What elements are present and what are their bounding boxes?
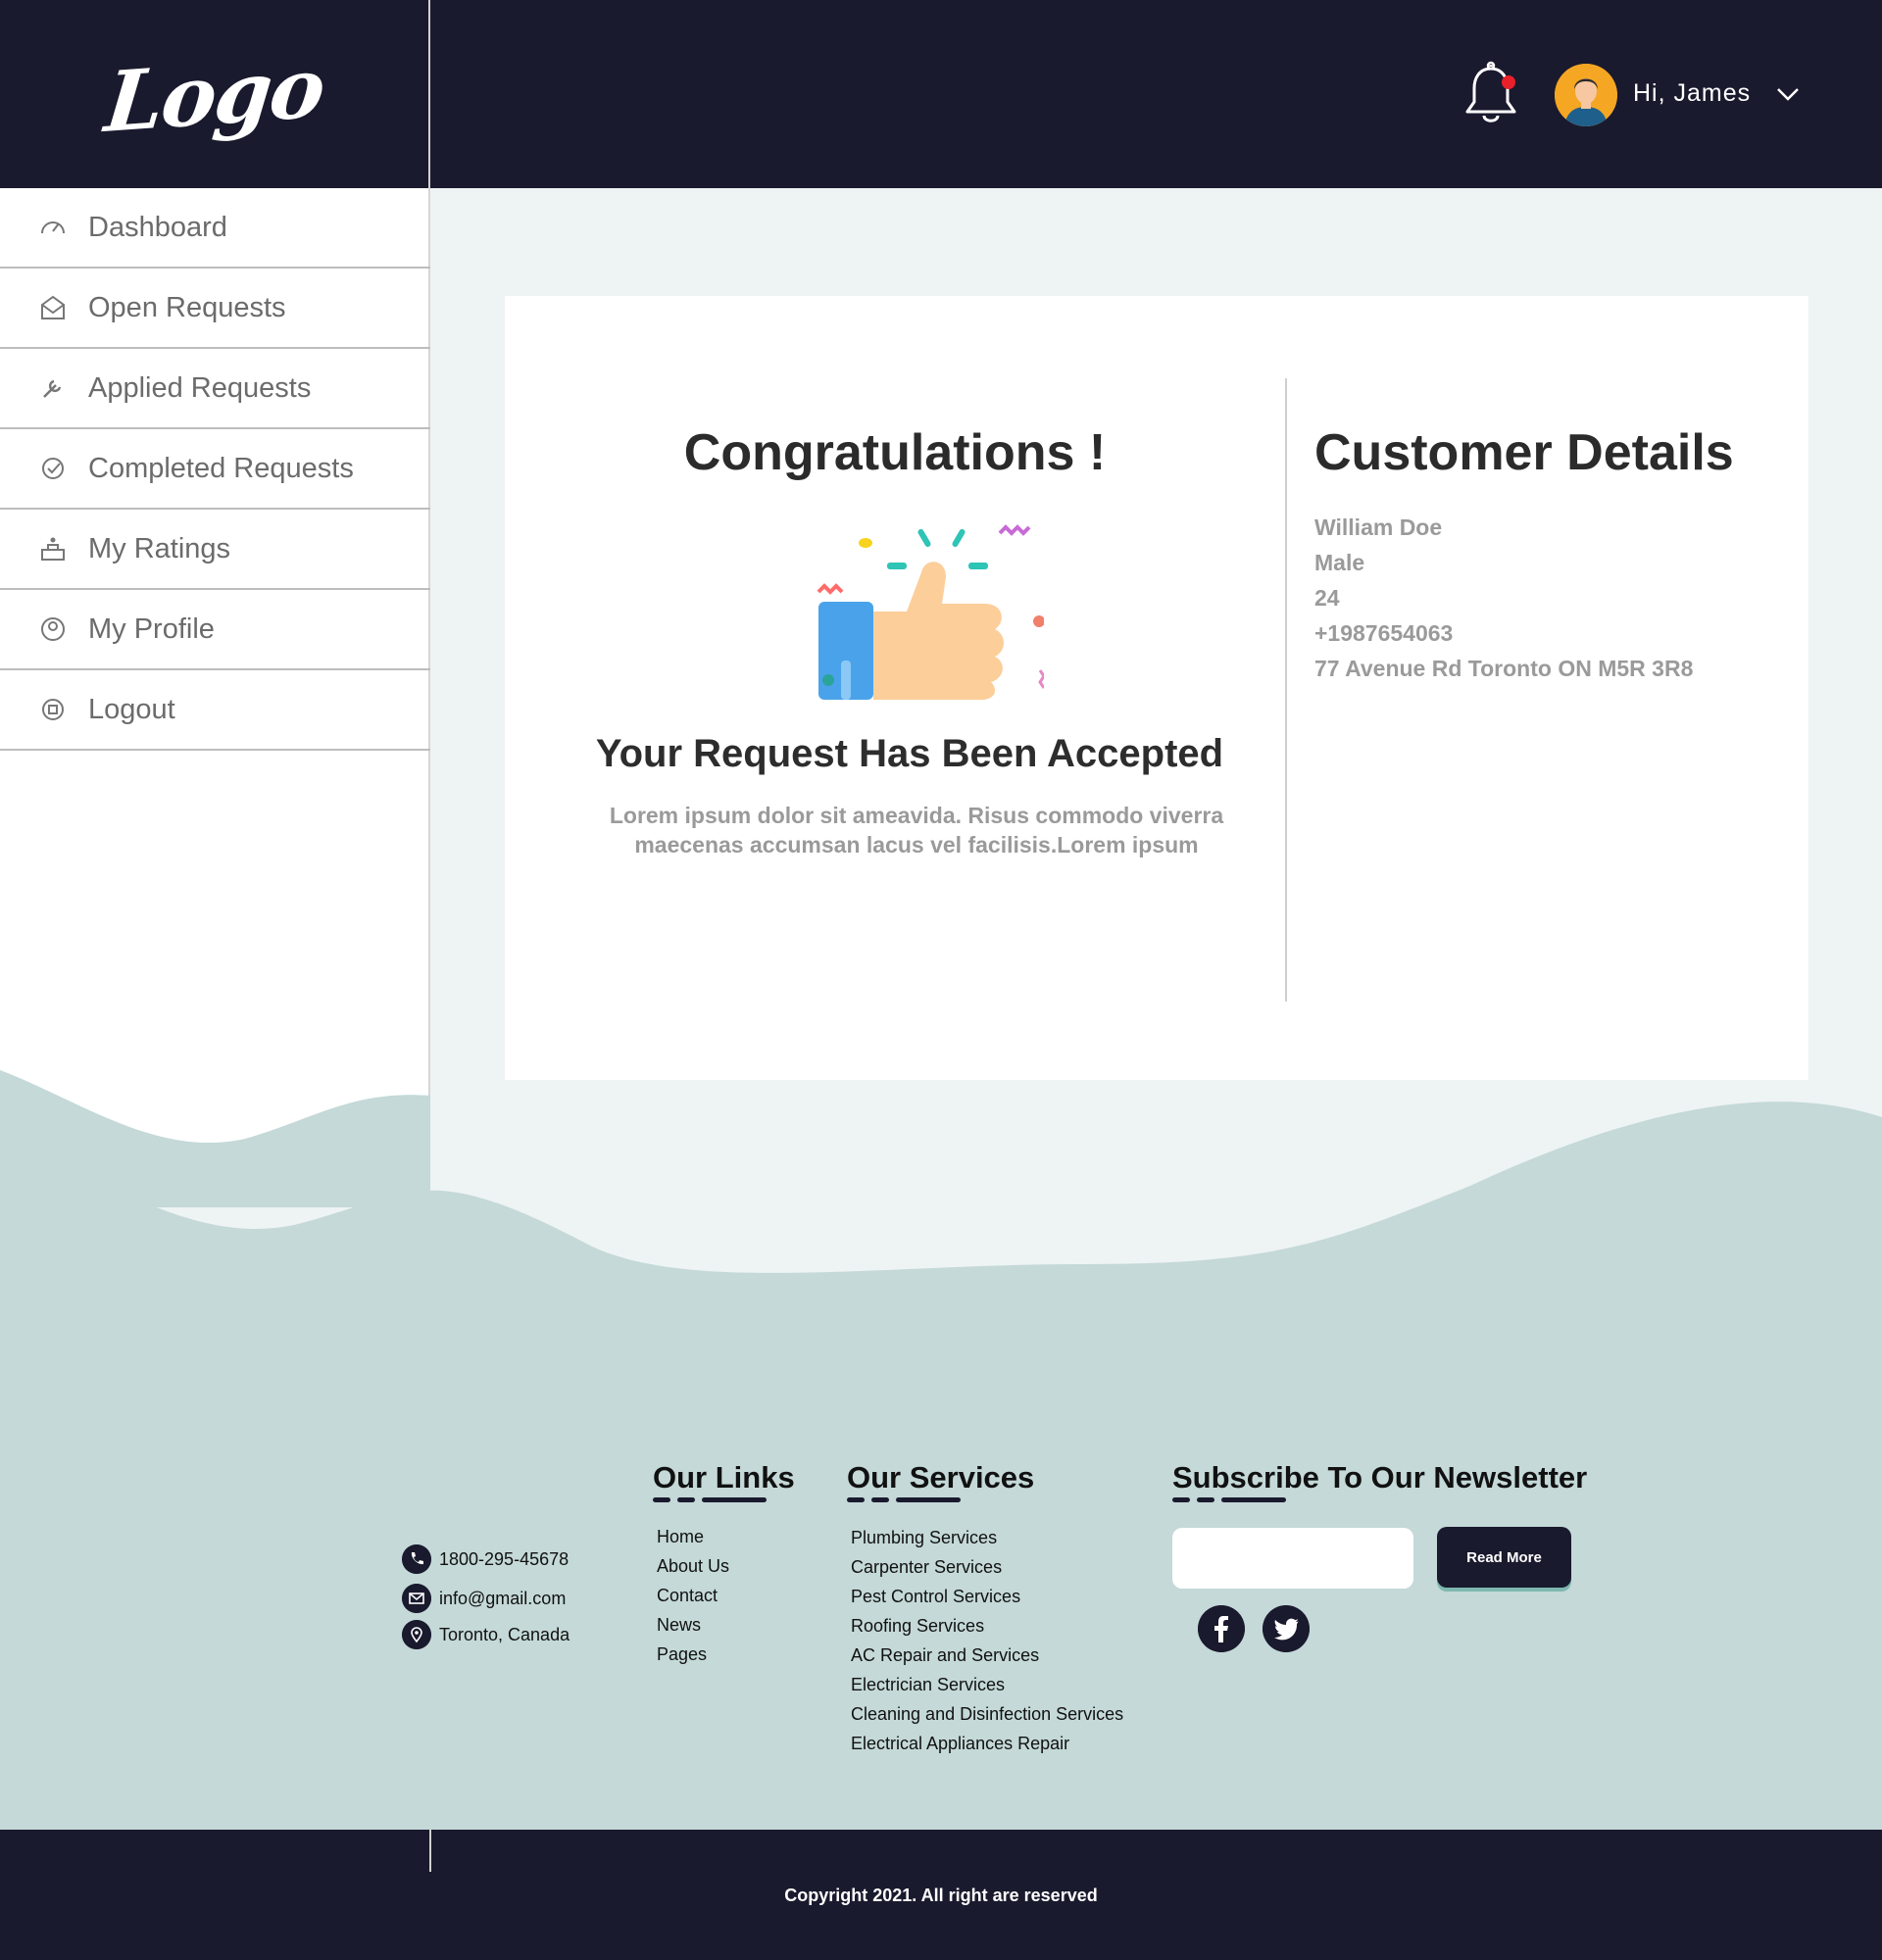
- logo-area[interactable]: Logo: [0, 0, 430, 188]
- sidebar-item-open-requests[interactable]: Open Requests: [0, 269, 430, 349]
- sidebar: Dashboard Open Requests Applied Requests…: [0, 188, 430, 1207]
- sidebar-item-my-ratings[interactable]: My Ratings: [0, 510, 430, 590]
- mail-icon: [402, 1584, 431, 1613]
- contact-location-text: Toronto, Canada: [439, 1624, 570, 1644]
- customer-gender: Male: [1314, 550, 1365, 575]
- footer-link-pages[interactable]: Pages: [657, 1640, 729, 1669]
- request-accepted-heading: Your Request Has Been Accepted: [595, 732, 1224, 775]
- confirmation-description: Lorem ipsum dolor sit ameavida. Risus co…: [609, 803, 1224, 858]
- open-envelope-icon: [41, 295, 65, 319]
- newsletter-heading: Subscribe To Our Newsletter: [1172, 1460, 1588, 1494]
- avatar[interactable]: [1555, 64, 1617, 126]
- thumbs-up-illustration: [817, 524, 1044, 700]
- notification-dot: [1502, 75, 1515, 89]
- footer-link-home[interactable]: Home: [657, 1522, 729, 1551]
- phone-icon: [402, 1544, 431, 1574]
- speedometer-icon: [41, 221, 65, 234]
- sidebar-item-label: Logout: [88, 693, 175, 725]
- footer-link-news[interactable]: News: [657, 1610, 729, 1640]
- footer-divider: [429, 1830, 431, 1872]
- chevron-down-icon[interactable]: [1776, 84, 1800, 104]
- our-services-list: Plumbing Services Carpenter Services Pes…: [851, 1523, 1123, 1758]
- customer-age: 24: [1314, 585, 1340, 611]
- sidebar-item-completed-requests[interactable]: Completed Requests: [0, 429, 430, 510]
- check-circle-icon: [42, 458, 64, 479]
- footer-link-about[interactable]: About Us: [657, 1551, 729, 1581]
- customer-phone: +1987654063: [1314, 620, 1454, 646]
- location-pin-icon: [402, 1620, 431, 1649]
- service-link[interactable]: Electrician Services: [851, 1670, 1123, 1699]
- heading-underline: [653, 1497, 770, 1502]
- footer-link-contact[interactable]: Contact: [657, 1581, 729, 1610]
- contact-email-text: info@gmail.com: [439, 1588, 567, 1608]
- sidebar-item-my-profile[interactable]: My Profile: [0, 590, 430, 670]
- service-link[interactable]: Pest Control Services: [851, 1582, 1123, 1611]
- sidebar-item-label: My Profile: [88, 612, 215, 645]
- service-link[interactable]: Plumbing Services: [851, 1523, 1123, 1552]
- confirmation-card: Congratulations ! Your Request Has Been …: [505, 296, 1808, 1080]
- read-more-button[interactable]: Read More: [1437, 1527, 1571, 1588]
- sidebar-item-label: Applied Requests: [88, 371, 312, 404]
- contact-phone-text: 1800-295-45678: [439, 1548, 570, 1569]
- heading-underline: [847, 1497, 965, 1502]
- sidebar-item-label: Open Requests: [88, 291, 286, 323]
- wrench-icon: [43, 379, 62, 398]
- our-links-heading: Our Links: [653, 1460, 795, 1494]
- newsletter-email-input[interactable]: [1172, 1528, 1413, 1589]
- facebook-icon[interactable]: [1198, 1605, 1245, 1652]
- customer-details-title: Customer Details: [1314, 424, 1734, 481]
- logo[interactable]: Logo: [101, 37, 328, 150]
- bell-icon[interactable]: [1462, 61, 1519, 127]
- contact-email[interactable]: info@gmail.com: [402, 1584, 566, 1613]
- logout-circle-icon: [42, 699, 64, 720]
- service-link[interactable]: Electrical Appliances Repair: [851, 1729, 1123, 1758]
- contact-location[interactable]: Toronto, Canada: [402, 1620, 570, 1649]
- our-links-list: Home About Us Contact News Pages: [657, 1522, 729, 1669]
- top-header: Logo Hi, James: [0, 0, 1882, 188]
- sidebar-item-label: My Ratings: [88, 532, 231, 564]
- user-circle-icon: [41, 617, 65, 641]
- twitter-icon[interactable]: [1263, 1605, 1310, 1652]
- podium-star-icon: [41, 537, 65, 561]
- sidebar-item-label: Completed Requests: [88, 452, 354, 484]
- contact-phone[interactable]: 1800-295-45678: [402, 1544, 569, 1574]
- service-link[interactable]: Carpenter Services: [851, 1552, 1123, 1582]
- sidebar-item-label: Dashboard: [88, 211, 227, 243]
- customer-name: William Doe: [1314, 514, 1443, 540]
- card-divider: [1285, 378, 1287, 1002]
- service-link[interactable]: Cleaning and Disinfection Services: [851, 1699, 1123, 1729]
- service-link[interactable]: Roofing Services: [851, 1611, 1123, 1641]
- sidebar-item-logout[interactable]: Logout: [0, 670, 430, 751]
- customer-details: William Doe Male 24 +1987654063 77 Avenu…: [1314, 510, 1693, 686]
- our-services-heading: Our Services: [847, 1460, 1035, 1494]
- heading-underline: [1172, 1497, 1290, 1502]
- customer-address: 77 Avenue Rd Toronto ON M5R 3R8: [1314, 656, 1694, 681]
- sidebar-item-applied-requests[interactable]: Applied Requests: [0, 349, 430, 429]
- user-greeting[interactable]: Hi, James: [1633, 79, 1751, 108]
- sidebar-item-dashboard[interactable]: Dashboard: [0, 188, 430, 269]
- congratulations-title: Congratulations !: [683, 424, 1107, 481]
- copyright-text: Copyright 2021. All right are reserved: [784, 1886, 1098, 1905]
- service-link[interactable]: AC Repair and Services: [851, 1641, 1123, 1670]
